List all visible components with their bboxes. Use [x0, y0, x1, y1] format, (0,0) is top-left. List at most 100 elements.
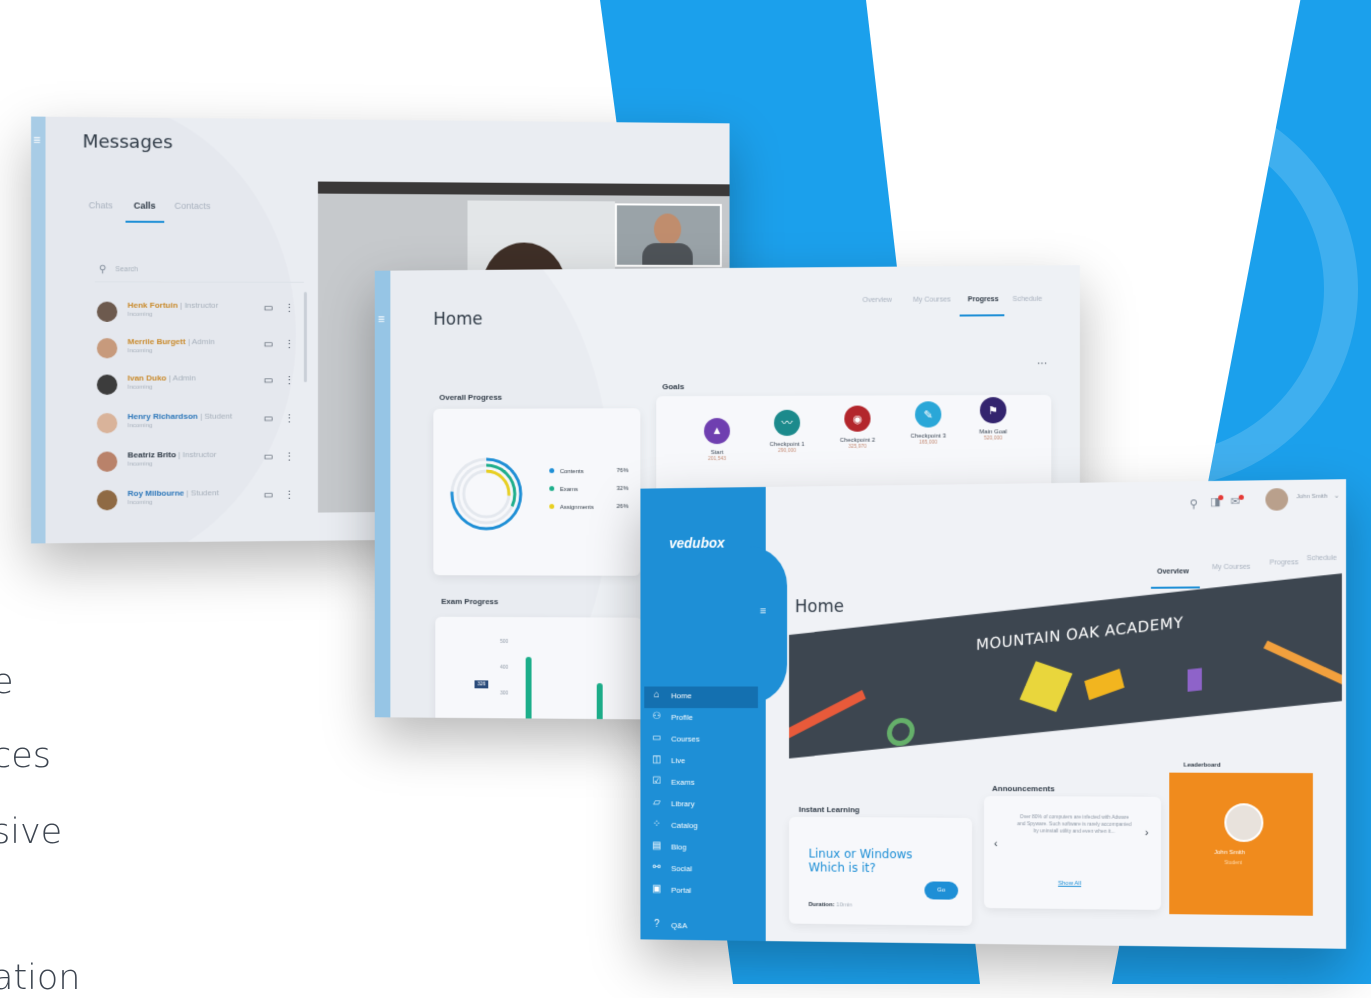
- more-options-icon[interactable]: ⋮: [284, 451, 295, 464]
- legend-dot: [549, 486, 555, 492]
- call-status: Incoming: [127, 348, 153, 355]
- show-all-link[interactable]: Show All: [1058, 881, 1081, 887]
- tab-overview[interactable]: Overview: [1157, 568, 1189, 575]
- legend-label: Exams: [559, 487, 578, 494]
- goal-points: 520,000: [983, 435, 1003, 442]
- call-item[interactable]: Ivan Duko | Admin Incoming ▭ ⋮: [96, 370, 305, 399]
- user-name[interactable]: John Smith: [1296, 494, 1327, 500]
- video-call-icon[interactable]: ▭: [264, 413, 274, 424]
- tab-progress[interactable]: Progress: [1270, 559, 1299, 566]
- more-options-icon[interactable]: ⋮: [284, 412, 295, 425]
- avatar: [96, 374, 118, 395]
- side-text-1: e: [0, 662, 14, 702]
- more-options-icon[interactable]: ⋮: [284, 374, 295, 387]
- tab-progress[interactable]: Progress: [968, 296, 999, 303]
- active-tab-indicator: [1150, 586, 1200, 589]
- leaderboard-card[interactable]: John Smith Student: [1169, 772, 1313, 916]
- swimmer-icon: 〰: [774, 409, 801, 436]
- go-button[interactable]: Go: [924, 881, 959, 900]
- sidebar-item-library[interactable]: ▱ Library: [650, 796, 756, 816]
- sidebar-item-social[interactable]: ⚯ Social: [650, 861, 756, 882]
- search-bar[interactable]: ⚲ Search: [94, 263, 304, 283]
- caller-name: Ivan Duko: [127, 373, 167, 383]
- pencil-icon: ✎: [915, 401, 942, 428]
- nav-label: Exams: [671, 777, 695, 787]
- sidebar-item-catalog[interactable]: ⁘ Catalog: [650, 818, 756, 838]
- ring-illustration: [886, 716, 915, 748]
- tab-schedule[interactable]: Schedule: [1307, 555, 1337, 562]
- menu-icon[interactable]: ≡: [33, 133, 40, 147]
- caller-name: Merrile Burgett: [127, 337, 186, 347]
- more-options-icon[interactable]: ⋮: [284, 489, 295, 502]
- video-call-icon[interactable]: ▭: [264, 490, 274, 501]
- call-item[interactable]: Henk Fortuin | Instructor Incoming ▭ ⋮: [96, 298, 305, 326]
- video-call-icon[interactable]: ▭: [264, 452, 274, 463]
- chevron-left-icon[interactable]: ‹: [994, 838, 998, 850]
- search-icon[interactable]: ⚲: [1190, 497, 1198, 510]
- goal-checkpoint-1[interactable]: 〰 Checkpoint 1 290,000: [754, 409, 820, 454]
- goal-checkpoint-2[interactable]: ◉ Checkpoint 2 325,970: [824, 405, 891, 450]
- legend-dot: [549, 503, 555, 509]
- progress-rings-chart: [447, 454, 526, 533]
- avatar: [96, 413, 118, 434]
- call-item[interactable]: Merrile Burgett | Admin Incoming ▭ ⋮: [96, 334, 305, 362]
- more-options-icon[interactable]: ⋮: [284, 302, 295, 315]
- sidebar-item-portal[interactable]: ▣ Portal: [650, 883, 756, 904]
- call-item[interactable]: Roy Milbourne | Student Incoming ▭ ⋮: [96, 485, 305, 515]
- tab-my-courses[interactable]: My Courses: [1212, 564, 1250, 571]
- leaderboard-title: Leaderboard: [1183, 762, 1221, 769]
- goal-start[interactable]: ▲ Start 201,543: [684, 417, 750, 462]
- caller-role: | Admin: [187, 337, 215, 347]
- chevron-right-icon[interactable]: ›: [1145, 827, 1149, 839]
- course-title[interactable]: Linux or Windows Which is it?: [809, 847, 927, 876]
- video-call-icon[interactable]: ▭: [264, 375, 274, 386]
- profile-icon: ⚇: [652, 711, 662, 722]
- sidebar-item-profile[interactable]: ⚇ Profile: [650, 710, 756, 730]
- target-icon: ◉: [844, 405, 871, 432]
- sidebar-item-home[interactable]: ⌂ Home: [650, 688, 756, 708]
- chevron-down-icon[interactable]: ⌄: [1334, 492, 1340, 500]
- sidebar-item-qa[interactable]: ? Q&A: [650, 918, 756, 939]
- collapse-sidebar-icon[interactable]: ≡: [760, 605, 766, 617]
- tab-my-courses[interactable]: My Courses: [913, 296, 951, 303]
- messages-icon[interactable]: ✉: [1231, 494, 1244, 508]
- sidebar-item-live[interactable]: ◫ Live: [650, 753, 756, 773]
- courses-icon: ▭: [652, 732, 662, 744]
- notification-icon[interactable]: ◨: [1210, 495, 1224, 508]
- caller-role: | Student: [186, 488, 219, 498]
- tab-contacts[interactable]: Contacts: [174, 201, 210, 211]
- tab-chats[interactable]: Chats: [89, 200, 113, 210]
- video-call-icon[interactable]: ▭: [264, 303, 274, 314]
- search-input[interactable]: Search: [115, 266, 138, 273]
- goal-checkpoint-3[interactable]: ✎ Checkpoint 3 165,000: [895, 401, 962, 446]
- tab-calls[interactable]: Calls: [134, 200, 156, 210]
- sidebar-curve: [748, 545, 788, 705]
- side-text-4: ation: [0, 958, 81, 998]
- sticky-note-illustration: [1019, 661, 1073, 713]
- sidebar-item-exams[interactable]: ☑ Exams: [650, 775, 756, 795]
- caller-name: Roy Milbourne: [127, 488, 185, 499]
- pencil-illustration: [789, 689, 866, 741]
- avatar[interactable]: [1265, 488, 1289, 511]
- more-options-icon[interactable]: ⋮: [284, 338, 295, 351]
- instant-learning-title: Instant Learning: [798, 804, 860, 815]
- sidebar-item-blog[interactable]: ▤ Blog: [650, 839, 756, 860]
- call-status: Incoming: [127, 499, 153, 507]
- flag-icon: ⚑: [979, 397, 1007, 424]
- video-call-icon[interactable]: ▭: [264, 339, 274, 350]
- menu-icon[interactable]: ≡: [378, 312, 385, 326]
- self-view-thumbnail[interactable]: [614, 203, 722, 268]
- call-item[interactable]: Henry Richardson | Student Incoming ▭ ⋮: [96, 408, 305, 437]
- instant-learning-card[interactable]: Linux or Windows Which is it? Duration: …: [789, 816, 973, 926]
- catalog-icon: ⁘: [652, 818, 661, 830]
- self-view-head: [653, 213, 682, 246]
- sidebar-item-courses[interactable]: ▭ Courses: [650, 732, 756, 752]
- call-item[interactable]: Beatriz Brito | Instructor Incoming ▭ ⋮: [96, 446, 305, 476]
- legend-value: 32%: [616, 486, 629, 493]
- tab-overview[interactable]: Overview: [862, 297, 891, 304]
- tab-schedule[interactable]: Schedule: [1013, 296, 1043, 303]
- more-options-icon[interactable]: ···: [1037, 358, 1047, 369]
- caller-role: | Instructor: [178, 449, 217, 460]
- goal-main[interactable]: ⚑ Main Goal 520,000: [960, 397, 1027, 442]
- avatar: [96, 451, 118, 472]
